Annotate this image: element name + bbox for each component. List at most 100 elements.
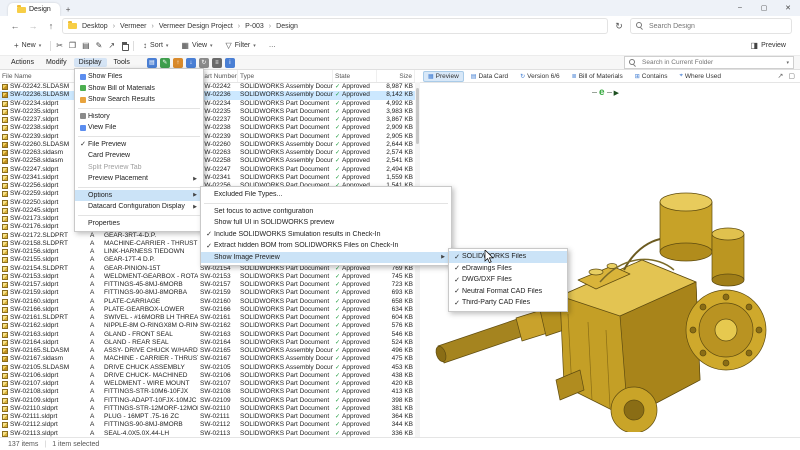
search-input[interactable] (647, 22, 786, 31)
back-icon[interactable]: ← (8, 21, 22, 31)
tab-data-card[interactable]: ▤Data Card (466, 71, 513, 82)
explorer-search[interactable] (630, 18, 792, 34)
refresh-icon[interactable]: ↻ (612, 21, 626, 32)
table-row[interactable]: SW-02234.sldprtAMANIFOLD-TWIN MOTORSSW-0… (0, 100, 420, 108)
tab-contains[interactable]: ⊞Contains (630, 71, 673, 82)
table-row[interactable]: SW-02162.sldprtANIPPLE-8M O-RINGX8M O-RI… (0, 322, 420, 330)
column-header-part-number[interactable]: Part Number (198, 70, 238, 82)
column-header-state[interactable]: State (333, 70, 377, 82)
menu-item-include-solidworks-simulation-results-in-check-in[interactable]: ✓Include SOLIDWORKS Simulation results i… (201, 229, 451, 241)
table-row[interactable]: SW-02242.SLDASMAPOWER PACK 12V-24V - FLO… (0, 83, 420, 91)
table-row[interactable]: SW-02167.sldasmAMACHINE - CARRIER - THRU… (0, 355, 420, 363)
table-row[interactable]: SW-02341.sldprtAMOUNT-MOTORSW-02341SOLID… (0, 174, 420, 182)
menu-item-third-party-cad-files[interactable]: ✓Third-Party CAD Files (449, 297, 567, 309)
up-icon[interactable]: ↑ (44, 21, 58, 31)
table-row[interactable]: SW-02159.sldprtAFITTINGS-90-8MJ-8MORBASW… (0, 289, 420, 297)
popout-preview-icon[interactable]: ▢ (788, 72, 795, 80)
history-tool-icon[interactable]: ↻ (199, 58, 209, 68)
expand-preview-icon[interactable]: ↗ (778, 72, 784, 80)
table-row[interactable]: SW-02106.sldprtADRIVE CHUCK- MACHINEDSW-… (0, 372, 420, 380)
table-row[interactable]: SW-02107.sldprtAWELDMENT - WIRE MOUNTSW-… (0, 380, 420, 388)
table-row[interactable]: SW-02166.sldprtAPLATE-GEARBOX-LOWERSW-02… (0, 306, 420, 314)
menu-item-show-full-ui-in-solidworks-preview[interactable]: Show full UI in SOLIDWORKS preview (201, 217, 451, 229)
explorer-tab[interactable]: Design (8, 3, 60, 16)
menu-display[interactable]: Display (74, 58, 107, 67)
menu-item-preview-placement[interactable]: Preview Placement▶ (75, 173, 203, 185)
menu-item-show-image-preview[interactable]: Show Image Preview▶ (201, 252, 451, 264)
table-row[interactable]: SW-02260.SLDASMAWELDMENT-GEARBOX 24X48SW… (0, 141, 420, 149)
table-row[interactable]: SW-02157.sldprtAFITTINGS-45-8MJ-6MORBSW-… (0, 281, 420, 289)
get-latest-icon[interactable]: ↓ (186, 58, 196, 68)
minimize-button[interactable]: – (728, 0, 752, 15)
table-row[interactable]: SW-02263.sldasmAGEARBOX - 9 O-RINGSW-022… (0, 149, 420, 157)
menu-item-history[interactable]: History (75, 111, 203, 123)
table-row[interactable]: SW-02163.sldprtAGLAND - FRONT SEALSW-021… (0, 331, 420, 339)
table-row[interactable]: SW-02239.sldprtAHOSE KIT - THRUSTSW-0223… (0, 133, 420, 141)
new-tab-button[interactable]: + (66, 5, 71, 14)
menu-item-neutral-format-cad-files[interactable]: ✓Neutral Format CAD Files (449, 286, 567, 298)
pdm-search-input[interactable] (640, 58, 783, 67)
menu-item-options[interactable]: Options▶ (75, 190, 203, 202)
table-row[interactable]: SW-02111.sldprtAPLUG - 16MPT .75-16 ZCSW… (0, 413, 420, 421)
table-row[interactable]: SW-02237.sldprtAVALVE-MOTOR CIRCUITSW-02… (0, 116, 420, 124)
tab-version-6-6[interactable]: ↻Version 6/6 (515, 71, 565, 82)
menu-item-dwg-dxf-files[interactable]: ✓DWG/DXF Files (449, 274, 567, 286)
menu-item-datacard-configuration-display[interactable]: Datacard Configuration Display▶ (75, 201, 203, 213)
breadcrumb-segment-vermeer-design-project[interactable]: Vermeer Design Project (156, 23, 236, 30)
column-header-size[interactable]: Size (377, 70, 415, 82)
table-row[interactable]: SW-02160.sldprtAPLATE-CARRIAGESW-02160SO… (0, 298, 420, 306)
bom-tool-icon[interactable]: ≡ (212, 58, 222, 68)
column-header-type[interactable]: Type (238, 70, 333, 82)
table-row[interactable]: SW-02236.SLDASMAROTATION GEARBOX Assembl… (0, 91, 420, 99)
delete-icon[interactable] (121, 41, 128, 50)
cut-icon[interactable]: ✂ (56, 42, 63, 50)
breadcrumb-segment-design[interactable]: Design (273, 23, 301, 30)
menu-item-file-preview[interactable]: ✓File Preview (75, 139, 203, 151)
table-row[interactable]: SW-02110.sldprtAFITTINGS-STR-12MORF-12MO… (0, 405, 420, 413)
tab-preview[interactable]: ▦Preview (423, 71, 464, 82)
menu-item-edrawings-files[interactable]: ✓eDrawings Files (449, 263, 567, 275)
menu-modify[interactable]: Modify (41, 58, 72, 67)
scrollbar-thumb[interactable] (416, 88, 419, 144)
menu-tools[interactable]: Tools (109, 58, 135, 67)
menu-actions[interactable]: Actions (6, 58, 39, 67)
preview-toggle-button[interactable]: ◨ Preview (747, 40, 790, 52)
view-button[interactable]: ▦ View ▾ (177, 40, 216, 52)
menu-item-card-preview[interactable]: Card Preview (75, 150, 203, 162)
tab-bill-of-materials[interactable]: ≣Bill of Materials (567, 71, 628, 82)
table-row[interactable]: SW-02112.sldprtAFITTINGS-90-8MJ-8MORBSW-… (0, 421, 420, 429)
close-button[interactable]: ✕ (776, 0, 800, 15)
forward-icon[interactable]: → (26, 21, 40, 31)
paste-icon[interactable]: ▤ (82, 42, 90, 50)
table-row[interactable]: SW-02247.sldprtASHAFT-DRIVESW-02247SOLID… (0, 166, 420, 174)
share-icon[interactable]: ↗ (108, 42, 115, 50)
table-row[interactable]: SW-02113.sldprtASEAL-4.0X5.0X.44-LHSW-02… (0, 430, 420, 438)
table-row[interactable]: SW-02235.sldprtAMOTOR-HYD W/BRAKESW-0223… (0, 108, 420, 116)
menu-item-view-file[interactable]: View File (75, 122, 203, 134)
breadcrumb-segment-p-003[interactable]: P-003 (242, 23, 267, 30)
menu-item-excluded-file-types[interactable]: Excluded File Types... (201, 189, 451, 201)
menu-item-split-preview-tab[interactable]: Split Preview Tab (75, 162, 203, 174)
table-row[interactable]: SW-02108.sldprtAFITTINGS-STR-10M6-10FJXS… (0, 388, 420, 396)
breadcrumb-segment-desktop[interactable]: Desktop (79, 23, 111, 30)
table-row[interactable]: SW-02161.SLDPRTASWIVEL - #16MORB LH THRE… (0, 314, 420, 322)
tab-where-used[interactable]: ⌖Where Used (674, 71, 726, 82)
menu-item-set-focus-to-active-configuration[interactable]: Set focus to active configuration (201, 206, 451, 218)
table-row[interactable]: SW-02238.sldprtAHOSE KIT - ROTATIONSW-02… (0, 124, 420, 132)
show-files-tool-icon[interactable]: ▤ (147, 58, 157, 68)
filter-button[interactable]: ▽ Filter ▾ (222, 40, 260, 52)
menu-item-show-bill-of-materials[interactable]: Show Bill of Materials (75, 83, 203, 95)
check-in-icon[interactable]: ↑ (173, 58, 183, 68)
table-row[interactable]: SW-02153.sldprtAWELDMENT-GEARBOX - ROTAT… (0, 273, 420, 281)
breadcrumb-segment-vermeer[interactable]: Vermeer (117, 23, 149, 30)
info-tool-icon[interactable]: i (225, 58, 235, 68)
menu-item-properties[interactable]: Properties (75, 218, 203, 230)
table-row[interactable]: SW-02258.sldasmACOVER - 9 O-RINGSW-02258… (0, 157, 420, 165)
sort-button[interactable]: ↕ Sort ▾ (139, 40, 172, 52)
copy-icon[interactable]: ❐ (69, 42, 76, 50)
table-row[interactable]: SW-02164.sldprtAGLAND - REAR SEALSW-0216… (0, 339, 420, 347)
menu-item-show-search-results[interactable]: Show Search Results (75, 94, 203, 106)
check-out-icon[interactable]: ✎ (160, 58, 170, 68)
menu-item-solidworks-files[interactable]: ✓SOLIDWORKS Files (449, 251, 567, 263)
table-row[interactable]: SW-02165.SLDASMAASSY- DRIVE CHUCK W/HARD… (0, 347, 420, 355)
